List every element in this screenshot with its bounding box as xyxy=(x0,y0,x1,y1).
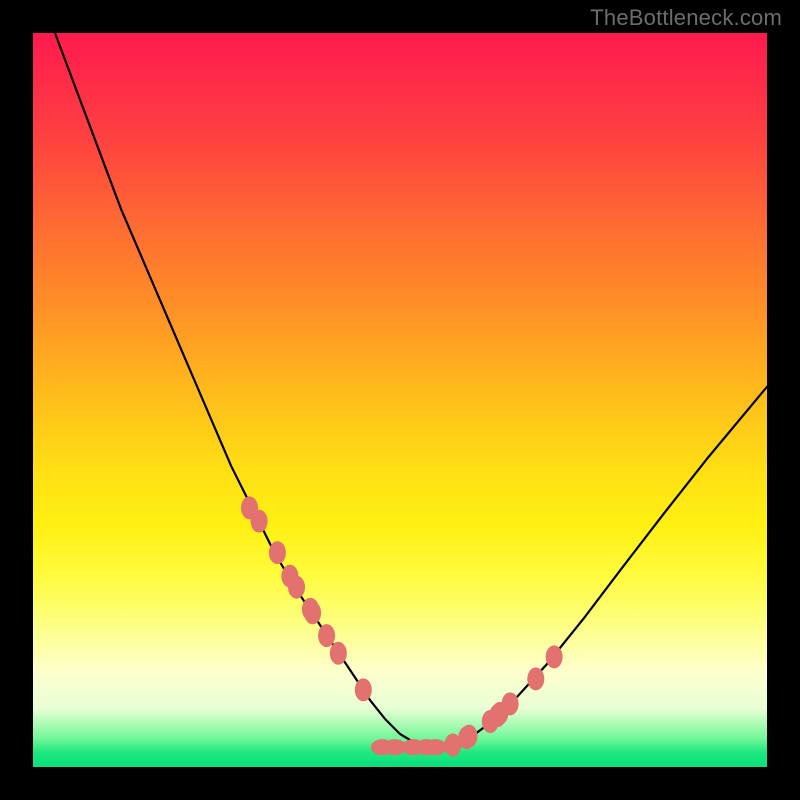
marker-left xyxy=(251,510,268,533)
watermark-text: TheBottleneck.com xyxy=(590,5,782,31)
chart-svg xyxy=(33,33,767,767)
marker-left xyxy=(355,678,372,701)
marker-left xyxy=(330,642,347,665)
bottleneck-curve xyxy=(55,33,767,747)
marker-left xyxy=(304,601,321,624)
plot-area xyxy=(33,33,767,767)
marker-left xyxy=(269,541,286,564)
data-markers xyxy=(241,496,563,756)
marker-left xyxy=(318,624,335,647)
marker-left xyxy=(288,576,305,599)
marker-right xyxy=(527,667,544,690)
marker-bottom xyxy=(424,739,447,755)
marker-right xyxy=(502,692,519,715)
marker-right xyxy=(546,645,563,668)
chart-frame: TheBottleneck.com xyxy=(0,0,800,800)
marker-right xyxy=(461,725,478,748)
